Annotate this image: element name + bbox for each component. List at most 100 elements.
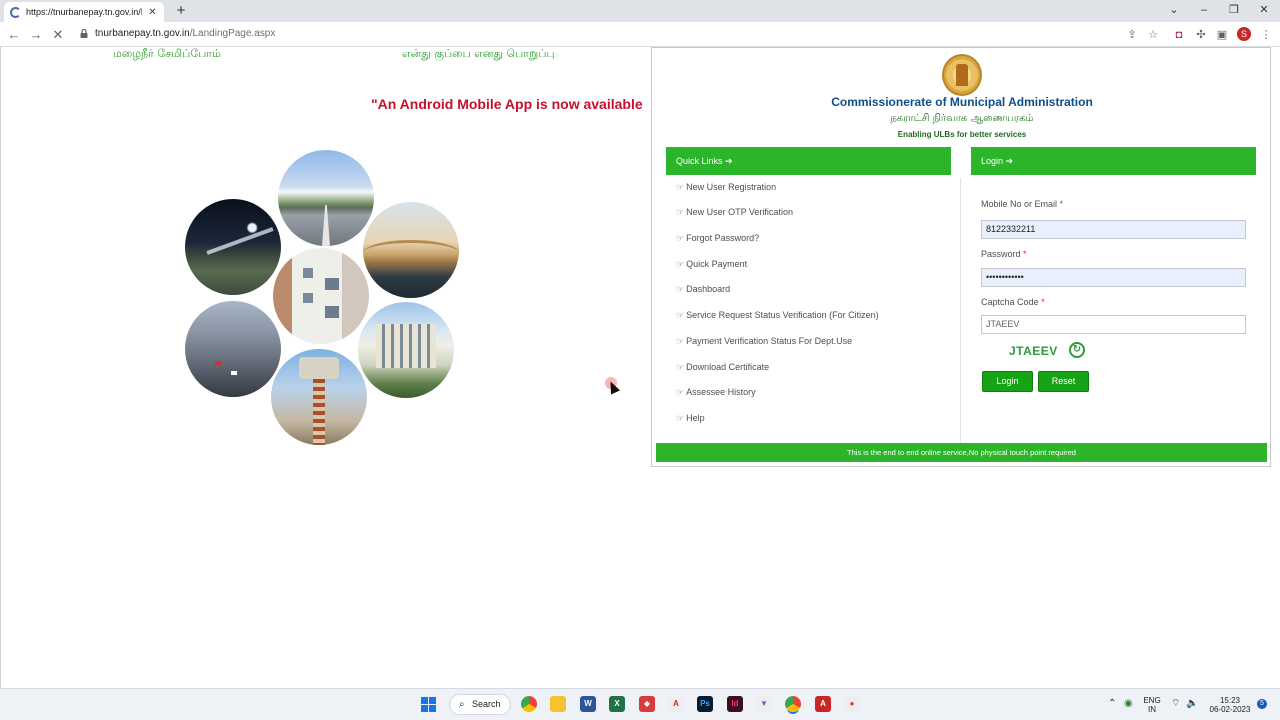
word-icon[interactable]: W [580, 696, 596, 712]
notification-badge-icon[interactable]: 5 [1257, 699, 1267, 709]
screen-recorder-icon[interactable]: ● [844, 696, 860, 712]
windows-start-icon[interactable] [421, 697, 436, 712]
language-indicator[interactable]: ENG IN [1141, 696, 1163, 714]
language-bottom: IN [1148, 705, 1156, 714]
close-tab-icon[interactable]: ✕ [147, 7, 158, 18]
bookmark-star-icon[interactable]: ☆ [1145, 27, 1161, 43]
app-purple-icon[interactable]: ▼ [756, 696, 772, 712]
captcha-label: Captcha Code * [981, 297, 1045, 307]
excel-icon[interactable]: X [609, 696, 625, 712]
stop-loading-icon[interactable]: ✕ [49, 26, 67, 44]
quick-link-new-user-registration[interactable]: ☞ New User Registration [676, 182, 776, 193]
quick-link-help[interactable]: ☞ Help [676, 413, 705, 424]
taskbar-search[interactable]: ⌕ Search [449, 694, 511, 715]
quick-link-payment-verification-status[interactable]: ☞ Payment Verification Status For Dept.Us… [676, 336, 852, 347]
back-icon[interactable]: ← [5, 26, 23, 44]
required-mark: * [1059, 199, 1064, 209]
service-info-bar: This is the end to end online service,No… [656, 443, 1267, 462]
captcha-refresh-icon[interactable]: ↻ [1069, 342, 1085, 358]
loading-favicon-icon [10, 6, 21, 18]
login-panel: Commissionerate of Municipal Administrat… [651, 47, 1271, 467]
search-icon: ⌕ [459, 699, 465, 710]
menu-kebab-icon[interactable]: ⋮ [1258, 27, 1274, 43]
quick-link-dashboard[interactable]: ☞ Dashboard [676, 284, 730, 295]
browser-tab[interactable]: https://tnurbanepay.tn.gov.in/La ✕ [4, 2, 164, 22]
chrome-icon[interactable] [521, 696, 537, 712]
captcha-label-text: Captcha Code [981, 297, 1039, 307]
quick-link-label: Payment Verification Status For Dept.Use [686, 336, 853, 346]
pointing-hand-icon: ☞ [676, 413, 685, 423]
quick-links-title: Quick Links [676, 156, 723, 166]
browser-tab-strip: https://tnurbanepay.tn.gov.in/La ✕ + ⌄ –… [0, 0, 1280, 22]
share-icon[interactable]: ⇪ [1124, 27, 1140, 43]
photo-apartment-building [273, 248, 369, 344]
pointing-hand-icon: ☞ [676, 182, 685, 192]
pointing-hand-icon: ☞ [676, 284, 685, 294]
indesign-icon[interactable]: Id [727, 696, 743, 712]
volume-icon[interactable]: 🔈 [1186, 699, 1198, 709]
file-explorer-icon[interactable] [550, 696, 566, 712]
taskbar-search-label: Search [472, 699, 501, 709]
photo-water-tower [271, 349, 367, 445]
tray-chevron-icon[interactable]: ⌃ [1108, 699, 1116, 709]
photo-night-street [185, 199, 281, 295]
mobile-email-input[interactable]: 8122332211 [981, 220, 1246, 239]
chrome-active-icon[interactable] [785, 696, 801, 712]
forward-icon[interactable]: → [27, 26, 45, 44]
clock[interactable]: 15:23 06-02-2023 [1206, 696, 1254, 714]
new-tab-icon[interactable]: + [172, 2, 190, 20]
url-field[interactable]: tnurbanepay.tn.gov.in/LandingPage.aspx [95, 28, 275, 39]
profile-avatar[interactable]: S [1237, 27, 1251, 41]
wifi-icon[interactable]: ⌔ [1171, 699, 1180, 709]
photo-highway-traffic [185, 301, 281, 397]
pdf-app-icon[interactable]: A [815, 696, 831, 712]
close-window-icon[interactable]: ✕ [1254, 2, 1274, 18]
android-app-banner[interactable]: "An Android Mobile App is now available [371, 96, 643, 112]
app-red-icon[interactable]: ◆ [639, 696, 655, 712]
quick-link-download-certificate[interactable]: ☞ Download Certificate [676, 362, 769, 373]
password-input[interactable]: •••••••••••• [981, 268, 1246, 287]
minimize-icon[interactable]: – [1194, 2, 1214, 18]
quick-link-label: Dashboard [686, 284, 731, 294]
quick-link-quick-payment[interactable]: ☞ Quick Payment [676, 259, 747, 270]
org-tagline: Enabling ULBs for better services [897, 130, 1027, 139]
tray-app-icon[interactable]: ◉ [1124, 699, 1133, 709]
quick-link-service-request-status[interactable]: ☞ Service Request Status Verification (Fo… [676, 310, 879, 321]
column-divider [960, 178, 961, 443]
pointing-hand-icon: ☞ [676, 387, 685, 397]
login-header: Login ➔ [971, 147, 1256, 175]
login-button[interactable]: Login [982, 371, 1033, 392]
pointing-hand-icon: ☞ [676, 259, 685, 269]
quick-link-label: Assessee History [686, 387, 756, 397]
reset-button[interactable]: Reset [1038, 371, 1089, 392]
captcha-image-text: JTAEEV [1009, 344, 1058, 358]
login-title: Login [981, 156, 1004, 166]
pointing-hand-icon: ☞ [676, 310, 685, 320]
windows-taskbar: ⌕ Search W X ◆ A Ps Id ▼ A ● ⌃ ◉ ENG IN ⌔ … [0, 688, 1280, 720]
url-path: /LandingPage.aspx [189, 28, 276, 39]
photoshop-icon[interactable]: Ps [697, 696, 713, 712]
pointing-hand-icon: ☞ [676, 362, 685, 372]
pointing-hand-icon: ☞ [676, 233, 685, 243]
tamil-slogan-middle: என்து குப்பை எனது பொறுப்பு [402, 47, 555, 60]
lock-icon[interactable] [80, 29, 88, 38]
quick-link-assessee-history[interactable]: ☞ Assessee History [676, 387, 756, 398]
tab-search-chevron-icon[interactable]: ⌄ [1164, 2, 1184, 18]
photo-bridge [363, 202, 459, 298]
quick-link-forgot-password[interactable]: ☞ Forgot Password? [676, 233, 759, 244]
acrobat-icon[interactable]: A [668, 696, 684, 712]
required-mark: * [1041, 297, 1045, 307]
quick-link-label: New User OTP Verification [686, 207, 793, 217]
photo-office-building [358, 302, 454, 398]
pointing-hand-icon: ☞ [676, 336, 685, 346]
captcha-input[interactable]: JTAEEV [981, 315, 1246, 334]
extension-pocket-icon[interactable]: ◘ [1171, 27, 1187, 43]
mouse-pointer-icon [605, 379, 621, 395]
quick-link-otp-verification[interactable]: ☞ New User OTP Verification [676, 207, 793, 218]
address-bar: ← → ✕ tnurbanepay.tn.gov.in/LandingPage.… [0, 22, 1280, 47]
restore-icon[interactable]: ❐ [1224, 2, 1244, 18]
side-panel-icon[interactable]: ▣ [1214, 27, 1230, 43]
quick-link-label: Quick Payment [686, 259, 748, 269]
quick-links-header: Quick Links ➔ [666, 147, 951, 175]
extensions-puzzle-icon[interactable]: ✣ [1193, 27, 1209, 43]
